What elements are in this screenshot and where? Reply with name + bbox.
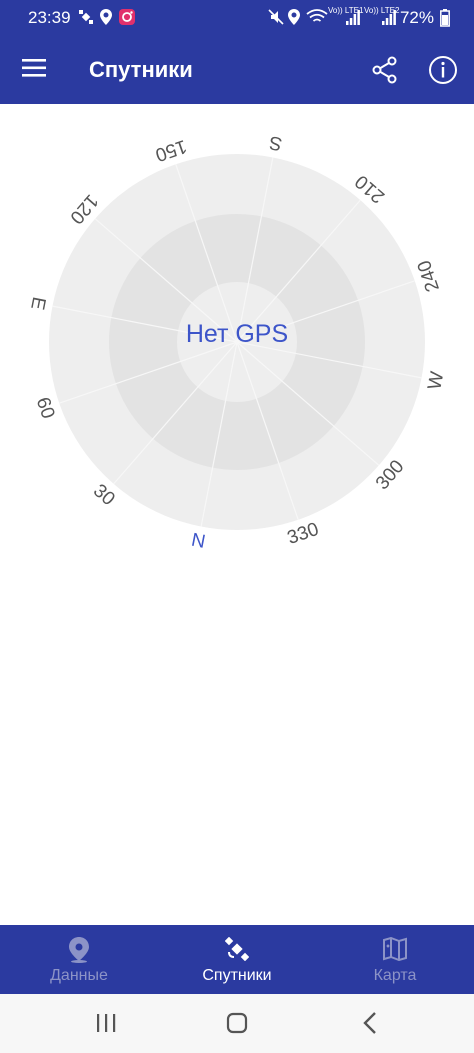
no-gps-label: Нет GPS (186, 320, 288, 348)
home-icon[interactable] (217, 1008, 257, 1038)
system-navigation-bar (0, 994, 474, 1053)
nav-label-map: Карта (373, 967, 417, 984)
nav-item-data[interactable]: Данные (0, 925, 158, 994)
nav-label-satellites: Спутники (202, 967, 272, 984)
skyplot-compass: N3060E120150 S210240W300330 Нет GPS (26, 131, 448, 553)
battery-icon (440, 9, 450, 27)
mute-icon (268, 9, 284, 25)
info-icon[interactable] (428, 55, 458, 85)
nav-item-map[interactable]: Карта (316, 925, 474, 994)
compass-label-n: N (190, 530, 207, 553)
share-icon[interactable] (370, 55, 400, 85)
compass-label-d330: 330 (285, 519, 322, 549)
menu-icon[interactable] (22, 57, 48, 79)
back-icon[interactable] (350, 1008, 390, 1038)
compass-label-d150: 150 (153, 135, 190, 165)
bottom-navigation: Данные Спутники Карта (0, 925, 474, 994)
compass-label-s: S (268, 131, 284, 154)
battery-percent: 72% (399, 8, 434, 27)
compass-label-d60: 60 (32, 395, 59, 422)
app-bar: Спутники (0, 35, 474, 104)
recent-apps-icon[interactable] (86, 1008, 126, 1038)
compass-label-d240: 240 (414, 258, 444, 295)
location-pin-icon (69, 937, 89, 963)
location-status-icon-2 (288, 9, 300, 25)
signal1-icon (346, 10, 360, 25)
compass-label-w: W (424, 370, 448, 392)
compass-label-e: E (26, 295, 49, 311)
satellite-icon (225, 937, 249, 961)
status-time: 23:39 (28, 8, 71, 27)
compass-label-d30: 30 (89, 480, 119, 510)
status-bar: 23:39 Vo)) LTE1 Vo)) LTE2 72% (0, 0, 474, 35)
nav-label-data: Данные (50, 967, 108, 984)
instagram-status-icon (119, 9, 135, 25)
map-icon (383, 937, 407, 961)
nav-item-satellites[interactable]: Спутники (158, 925, 316, 994)
wifi-icon (306, 9, 328, 22)
signal2-icon (382, 10, 396, 25)
location-status-icon (100, 9, 112, 25)
page-title: Спутники (89, 57, 193, 82)
satellite-status-icon (79, 10, 93, 24)
